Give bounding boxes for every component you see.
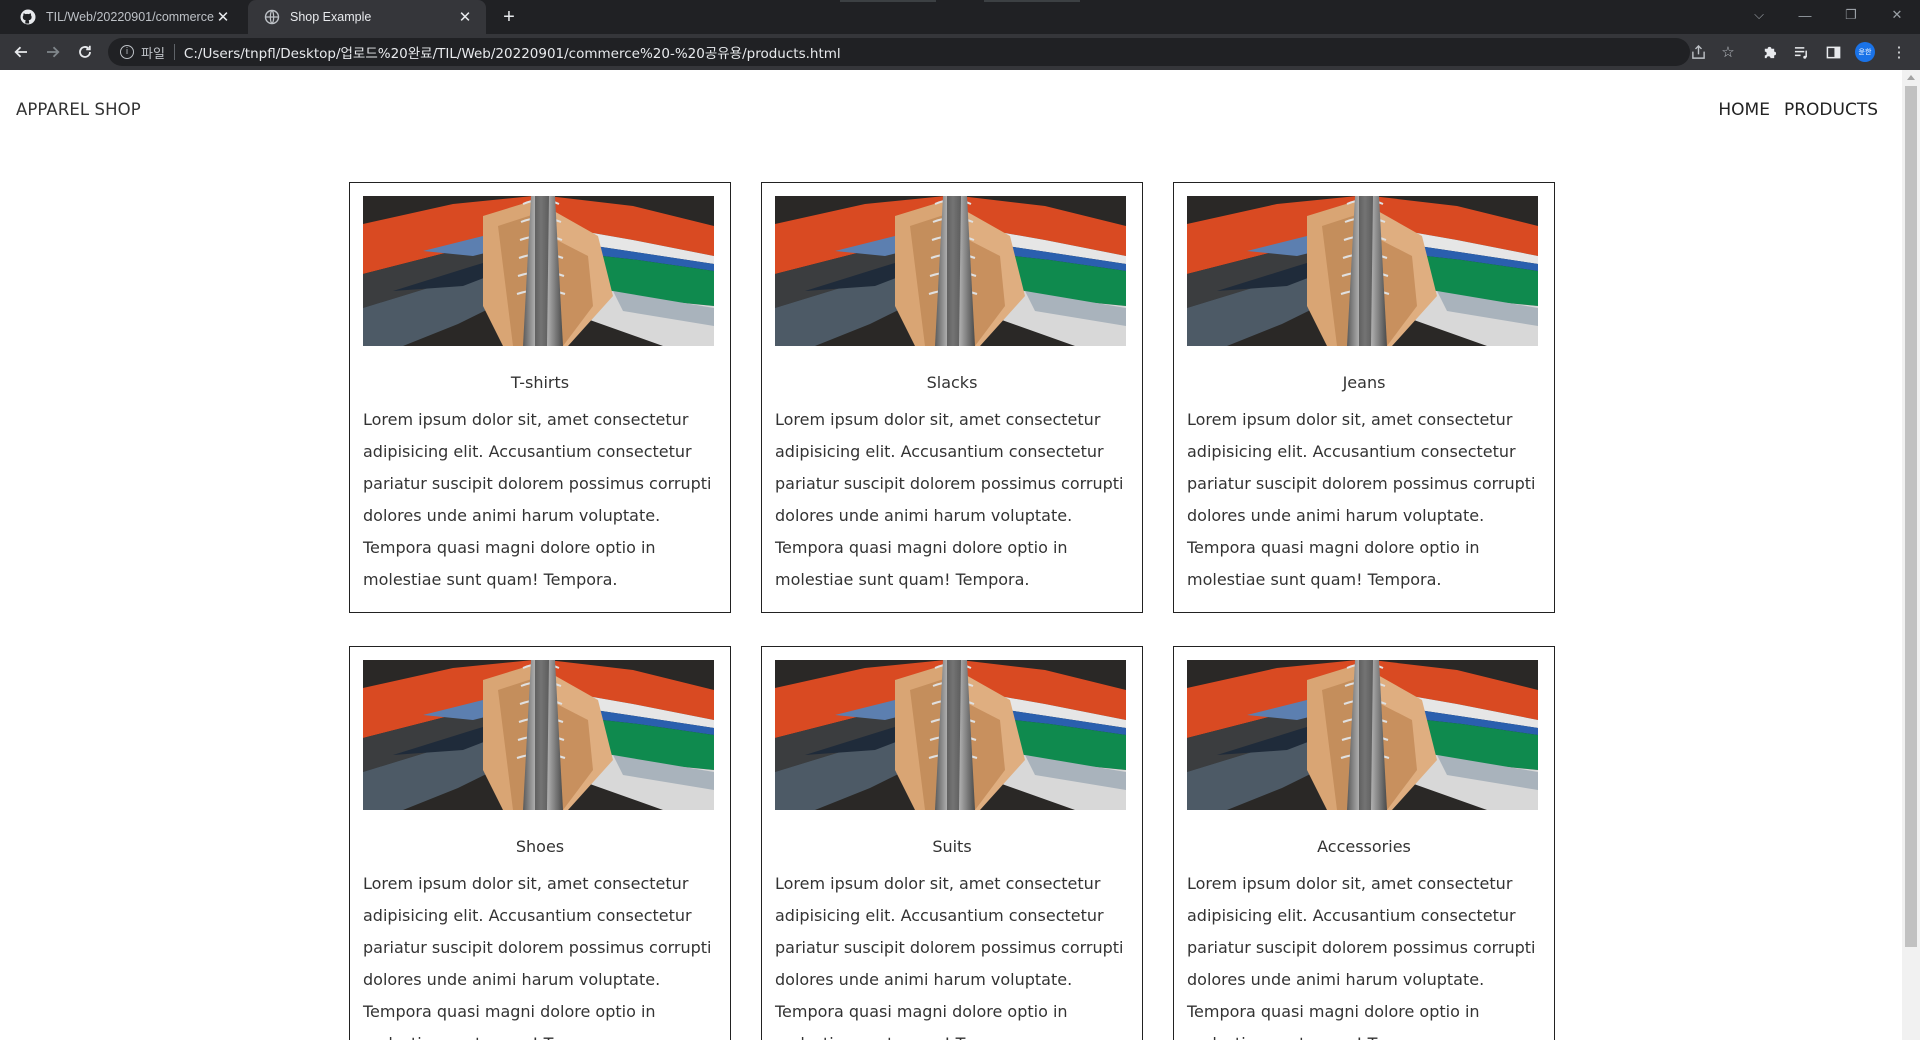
side-panel-icon[interactable] (1822, 41, 1844, 63)
minimize-icon: — (1798, 7, 1812, 23)
tab-search-button[interactable]: ⌵ (1736, 0, 1782, 30)
product-title: Shoes (515, 837, 565, 856)
address-bar[interactable]: i 파일 C:/Users/tnpfl/Desktop/업로드%20완료/TIL… (108, 38, 1690, 66)
product-image (1187, 196, 1538, 346)
browser-tab-strip: TIL/Web/20220901/commerce - ✕ Shop Examp… (0, 0, 1920, 34)
extensions-icon[interactable] (1758, 41, 1780, 63)
page-scrollbar[interactable] (1902, 70, 1920, 1040)
product-description: Lorem ipsum dolor sit, amet consectetur … (1187, 410, 1536, 589)
restore-icon: ❐ (1845, 7, 1857, 22)
scroll-up-arrow-icon[interactable] (1907, 75, 1915, 80)
close-window-button[interactable]: ✕ (1874, 0, 1920, 30)
product-grid: T-shirts Lorem ipsum dolor sit, amet con… (349, 182, 1555, 1040)
site-header: APPAREL SHOP HOME PRODUCTS (0, 70, 1902, 154)
tab-strip-marker (984, 0, 1080, 2)
main-nav: HOME PRODUCTS (1718, 100, 1878, 120)
product-title: Accessories (1317, 837, 1411, 856)
nav-products-link[interactable]: PRODUCTS (1784, 100, 1878, 120)
product-card: Slacks Lorem ipsum dolor sit, amet conse… (761, 182, 1143, 613)
reload-icon (79, 45, 91, 58)
page-viewport: APPAREL SHOP HOME PRODUCTS T-shirts Lore… (0, 70, 1902, 1040)
product-description: Lorem ipsum dolor sit, amet consectetur … (1187, 874, 1536, 1040)
product-title: Jeans (1342, 373, 1386, 392)
arrow-right-icon (47, 46, 60, 58)
minimize-button[interactable]: — (1782, 0, 1828, 30)
tab-strip-marker (840, 0, 936, 2)
product-description: Lorem ipsum dolor sit, amet consectetur … (363, 410, 712, 589)
product-description: Lorem ipsum dolor sit, amet consectetur … (775, 410, 1124, 589)
product-title: T-shirts (510, 373, 570, 392)
globe-icon (264, 9, 280, 25)
chevron-down-icon: ⌵ (1754, 7, 1764, 22)
product-title: Slacks (926, 373, 978, 392)
product-image (363, 196, 714, 346)
restore-button[interactable]: ❐ (1828, 0, 1874, 30)
profile-avatar[interactable]: 윤한 (1855, 42, 1875, 62)
tab-title: Shop Example (290, 10, 372, 24)
nav-home-link[interactable]: HOME (1718, 100, 1770, 120)
product-card: Accessories Lorem ipsum dolor sit, amet … (1173, 646, 1555, 1040)
address-divider (173, 44, 175, 60)
product-card: Suits Lorem ipsum dolor sit, amet consec… (761, 646, 1143, 1040)
info-icon[interactable]: i (120, 45, 134, 59)
product-description: Lorem ipsum dolor sit, amet consectetur … (363, 874, 712, 1040)
product-image (1187, 660, 1538, 810)
close-icon[interactable]: ✕ (214, 8, 232, 26)
product-description: Lorem ipsum dolor sit, amet consectetur … (775, 874, 1124, 1040)
scrollbar-thumb[interactable] (1905, 86, 1917, 947)
product-image (775, 660, 1126, 810)
arrow-left-icon (14, 46, 27, 58)
product-card: Jeans Lorem ipsum dolor sit, amet consec… (1173, 182, 1555, 613)
product-title: Suits (932, 837, 972, 856)
product-image (363, 660, 714, 810)
reading-list-icon[interactable] (1790, 41, 1812, 63)
close-icon[interactable]: ✕ (456, 8, 474, 26)
share-icon[interactable] (1688, 42, 1708, 62)
brand-logo-link[interactable]: APPAREL SHOP (16, 100, 141, 119)
browser-toolbar: i 파일 C:/Users/tnpfl/Desktop/업로드%20완료/TIL… (0, 34, 1920, 70)
back-button[interactable] (8, 39, 34, 65)
new-tab-button[interactable]: + (498, 6, 520, 28)
file-scheme-chip: 파일 (141, 46, 165, 62)
forward-button[interactable] (40, 39, 66, 65)
kebab-menu-icon[interactable]: ⋮ (1888, 41, 1910, 63)
plus-icon: + (503, 6, 515, 28)
browser-tab-github[interactable]: TIL/Web/20220901/commerce - ✕ (4, 0, 244, 34)
github-icon (20, 9, 36, 25)
tab-title: TIL/Web/20220901/commerce - (46, 10, 214, 24)
reload-button[interactable] (72, 39, 98, 65)
browser-tab-shop-example[interactable]: Shop Example ✕ (248, 0, 486, 34)
star-icon[interactable]: ☆ (1718, 42, 1738, 62)
product-image (775, 196, 1126, 346)
product-card: Shoes Lorem ipsum dolor sit, amet consec… (349, 646, 731, 1040)
url-text[interactable]: C:/Users/tnpfl/Desktop/업로드%20완료/TIL/Web/… (184, 42, 841, 62)
product-card: T-shirts Lorem ipsum dolor sit, amet con… (349, 182, 731, 613)
close-icon: ✕ (1891, 7, 1903, 22)
